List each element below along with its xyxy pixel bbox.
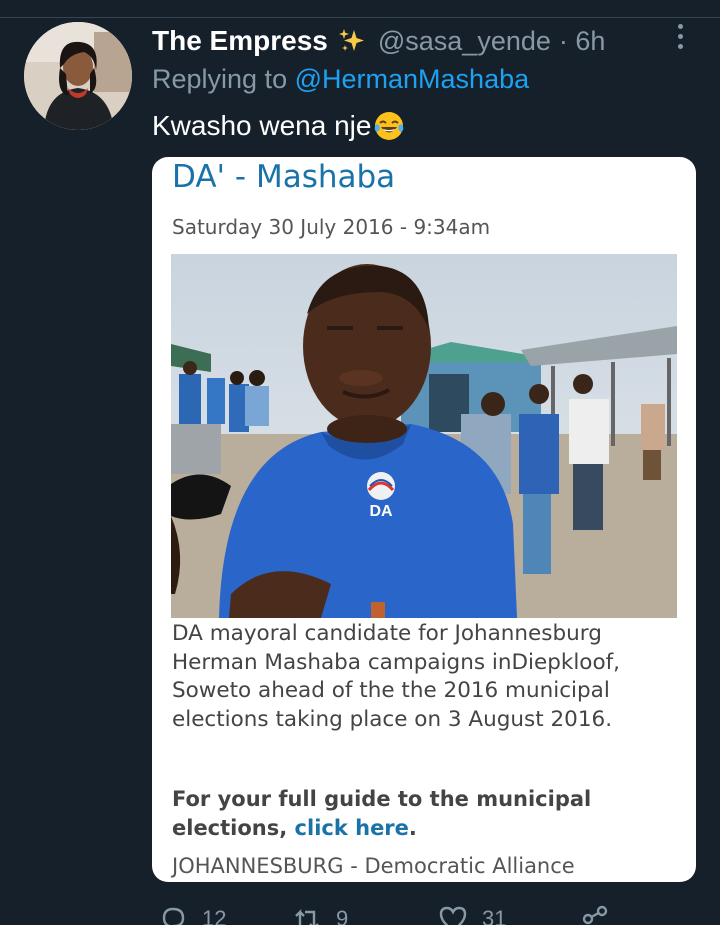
share-button[interactable] — [580, 904, 624, 925]
reply-button[interactable]: 12 — [158, 904, 226, 925]
sparkles-icon — [338, 29, 364, 51]
reply-icon — [162, 907, 185, 925]
tweet-body: Kwasho wena nje — [152, 110, 405, 142]
reply-count: 12 — [202, 906, 227, 925]
top-divider — [0, 17, 720, 18]
card-photo[interactable]: DA — [171, 254, 677, 618]
replying-to: Replying to @HermanMashaba — [152, 64, 529, 95]
card-date: Saturday 30 July 2016 - 9:34am — [172, 215, 491, 239]
tweet-header: The Empress @sasa_yende · 6h — [152, 24, 605, 58]
more-options-icon[interactable] — [672, 24, 688, 50]
tweet-text: Kwasho wena nje — [152, 110, 372, 141]
card-caption: DA mayoral candidate for Johannesburg He… — [172, 621, 621, 732]
heart-icon — [439, 906, 467, 925]
avatar[interactable] — [24, 22, 132, 130]
retweet-button[interactable]: 9 — [292, 904, 348, 925]
like-button[interactable]: 31 — [438, 904, 506, 925]
user-handle[interactable]: @sasa_yende — [378, 26, 551, 57]
tweet-actions: 12 9 31 — [0, 900, 720, 925]
share-icon — [582, 905, 608, 925]
display-name[interactable]: The Empress — [152, 25, 328, 57]
link-card[interactable]: DA' - Mashaba Saturday 30 July 2016 - 9:… — [152, 157, 696, 882]
card-title[interactable]: DA' - Mashaba — [172, 159, 395, 195]
face-with-tears-of-joy-icon — [375, 112, 404, 140]
retweet-icon — [295, 909, 319, 925]
card-source-line: JOHANNESBURG - Democratic Alliance — [172, 854, 575, 878]
mention-link[interactable]: @HermanMashaba — [295, 64, 530, 94]
shirt-logo-text: DA — [369, 503, 393, 520]
retweet-count: 9 — [336, 906, 349, 925]
like-count: 31 — [482, 906, 507, 925]
click-here-link[interactable]: click here — [295, 816, 409, 840]
replying-prefix: Replying to — [152, 64, 288, 94]
card-guide: For your full guide to the municipal ele… — [172, 785, 682, 843]
guide-end: . — [408, 816, 417, 840]
tweet-time: · 6h — [558, 25, 606, 56]
